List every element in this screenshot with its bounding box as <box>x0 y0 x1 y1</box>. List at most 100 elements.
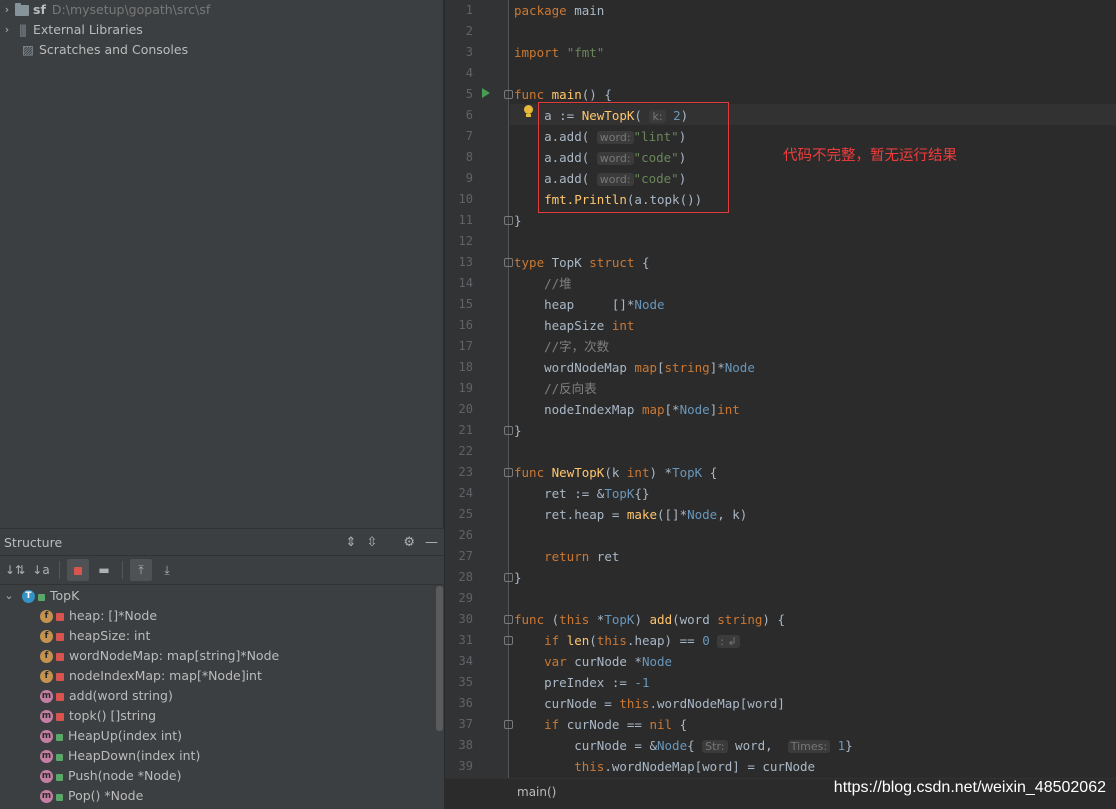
structure-item[interactable]: f nodeIndexMap: map[*Node]int <box>40 666 262 686</box>
fold-marker-icon[interactable] <box>504 90 513 99</box>
fold-marker-icon[interactable] <box>504 216 513 225</box>
line-number: 4 <box>465 66 473 80</box>
code-line[interactable]: return ret <box>514 546 619 567</box>
structure-item[interactable]: m Pop() *Node <box>40 786 143 806</box>
line-number: 2 <box>465 24 473 38</box>
code-line[interactable]: curNode = this.wordNodeMap[word] <box>514 693 785 714</box>
code-line[interactable]: heap []*Node <box>514 294 664 315</box>
code-line[interactable]: //字，次数 <box>514 336 609 357</box>
line-number: 24 <box>458 486 473 500</box>
code-line[interactable]: func NewTopK(k int) *TopK { <box>514 462 717 483</box>
scratches-icon: ▨ <box>22 42 34 57</box>
fold-marker-icon[interactable] <box>504 426 513 435</box>
structure-item[interactable]: f heapSize: int <box>40 626 150 646</box>
fold-marker-icon[interactable] <box>504 468 513 477</box>
structure-item[interactable]: f heap: []*Node <box>40 606 157 626</box>
structure-scrollbar[interactable] <box>436 586 443 731</box>
structure-root-topk[interactable]: ⌄ T TopK <box>2 586 79 606</box>
line-number: 27 <box>458 549 473 563</box>
collapse-all-icon[interactable]: ⇳ <box>366 529 377 556</box>
public-icon <box>56 773 63 781</box>
code-line[interactable]: this.wordNodeMap[word] = curNode <box>514 756 815 777</box>
chevron-down-icon[interactable]: ⌄ <box>2 586 16 606</box>
run-icon[interactable] <box>482 88 490 98</box>
code-line[interactable]: func (this *TopK) add(word string) { <box>514 609 785 630</box>
line-number: 28 <box>458 570 473 584</box>
line-number: 34 <box>458 654 473 668</box>
code-line[interactable]: var curNode *Node <box>514 651 672 672</box>
field-icon: f <box>40 609 53 623</box>
code-line[interactable]: } <box>514 210 522 231</box>
line-number: 35 <box>458 675 473 689</box>
show-fields-icon[interactable]: ▬ <box>93 559 115 581</box>
code-line[interactable]: if curNode == nil { <box>514 714 687 735</box>
fold-marker-icon[interactable] <box>504 720 513 729</box>
minimize-icon[interactable]: — <box>425 529 438 556</box>
method-icon: m <box>40 729 53 743</box>
code-line[interactable]: ret := &TopK{} <box>514 483 649 504</box>
structure-item[interactable]: m HeapUp(index int) <box>40 726 182 746</box>
method-icon: m <box>40 709 53 723</box>
code-line[interactable]: } <box>514 420 522 441</box>
code-line[interactable]: package main <box>514 0 604 21</box>
code-line[interactable]: //反向表 <box>514 378 597 399</box>
tree-item-sf[interactable]: › sf D:\mysetup\gopath\src\sf <box>0 0 210 20</box>
structure-root-label: TopK <box>50 588 80 603</box>
line-number: 20 <box>458 402 473 416</box>
code-line[interactable]: ret.heap = make([]*Node, k) <box>514 504 747 525</box>
autoscroll-to-source-icon[interactable]: ⤒ <box>130 559 152 581</box>
public-icon <box>56 753 63 761</box>
line-number: 21 <box>458 423 473 437</box>
code-line[interactable]: nodeIndexMap map[*Node]int <box>514 399 740 420</box>
tree-item-external-libraries[interactable]: › ||| External Libraries <box>0 20 143 40</box>
line-number: 31 <box>458 633 473 647</box>
project-path: D:\mysetup\gopath\src\sf <box>51 2 211 17</box>
line-number: 11 <box>458 213 473 227</box>
structure-item-label: Pop() *Node <box>68 788 144 803</box>
code-line[interactable]: //堆 <box>514 273 572 294</box>
expand-all-icon[interactable]: ⇕ <box>346 529 357 556</box>
structure-item[interactable]: m Push(node *Node) <box>40 766 181 786</box>
line-number: 38 <box>458 738 473 752</box>
line-number: 10 <box>458 192 473 206</box>
sort-alphabetically-icon[interactable]: ↓a <box>30 559 52 581</box>
field-icon: f <box>40 669 53 683</box>
code-line[interactable]: if len(this.heap) == 0 : ↲ <box>514 630 740 651</box>
structure-item[interactable]: m topk() []string <box>40 706 156 726</box>
structure-item-label: add(word string) <box>69 688 173 703</box>
lightbulb-icon[interactable] <box>523 105 534 119</box>
code-line[interactable]: } <box>514 567 522 588</box>
field-icon: f <box>40 649 53 663</box>
project-name: sf <box>33 2 46 17</box>
structure-item[interactable]: f wordNodeMap: map[string]*Node <box>40 646 279 666</box>
code-line[interactable]: preIndex := -1 <box>514 672 649 693</box>
private-icon <box>56 633 64 641</box>
structure-item-label: wordNodeMap: map[string]*Node <box>69 648 280 663</box>
code-line[interactable]: heapSize int <box>514 315 634 336</box>
line-number: 16 <box>458 318 473 332</box>
structure-item[interactable]: m HeapDown(index int) <box>40 746 200 766</box>
gear-icon[interactable]: ⚙ <box>403 529 415 556</box>
tree-item-scratches[interactable]: ▨ Scratches and Consoles <box>6 40 188 60</box>
fold-marker-icon[interactable] <box>504 573 513 582</box>
show-non-public-icon[interactable] <box>67 559 89 581</box>
fold-marker-icon[interactable] <box>504 258 513 267</box>
line-number: 5 <box>465 87 473 101</box>
code-line[interactable]: curNode = &Node{ Str: word, Times: 1} <box>514 735 853 756</box>
private-icon <box>56 673 64 681</box>
chevron-right-icon[interactable]: › <box>0 20 14 40</box>
fold-marker-icon[interactable] <box>504 615 513 624</box>
line-number: 36 <box>458 696 473 710</box>
sort-by-visibility-icon[interactable]: ↓⇅ <box>4 559 26 581</box>
project-panel: › sf D:\mysetup\gopath\src\sf › ||| Exte… <box>0 0 444 809</box>
breadcrumb-item[interactable]: main() <box>517 785 556 799</box>
fold-marker-icon[interactable] <box>504 636 513 645</box>
line-number: 3 <box>465 45 473 59</box>
code-line[interactable]: import "fmt" <box>514 42 604 63</box>
structure-item-label: topk() []string <box>69 708 157 723</box>
code-line[interactable]: wordNodeMap map[string]*Node <box>514 357 755 378</box>
autoscroll-from-source-icon[interactable]: ⤓ <box>156 559 178 581</box>
chevron-right-icon[interactable]: › <box>0 0 14 20</box>
structure-item[interactable]: m add(word string) <box>40 686 173 706</box>
code-line[interactable]: type TopK struct { <box>514 252 649 273</box>
